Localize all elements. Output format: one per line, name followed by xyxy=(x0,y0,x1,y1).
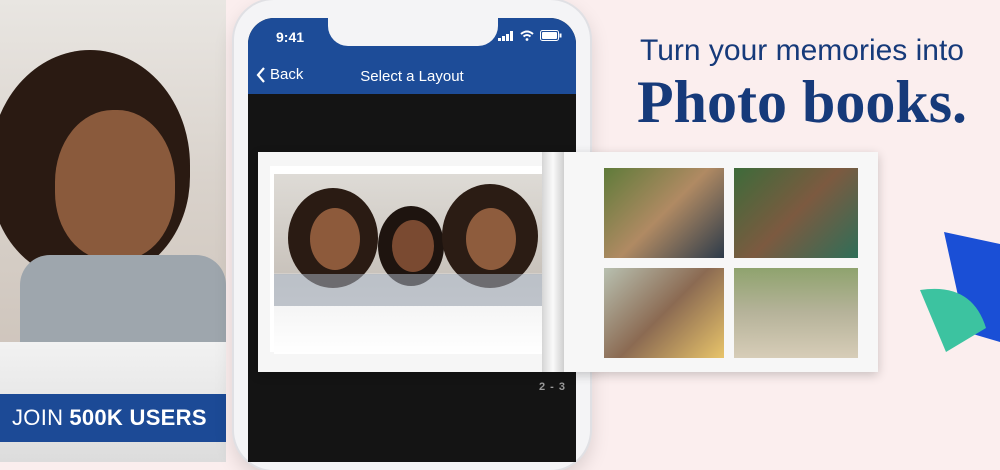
nav-title: Select a Layout xyxy=(360,68,464,85)
brand-logo-shape xyxy=(920,232,1000,352)
page-indicator: 2 - 3 xyxy=(538,381,566,393)
join-users-badge: JOIN 500K USERS xyxy=(0,394,226,442)
model-photo xyxy=(0,0,226,462)
wifi-icon xyxy=(520,30,534,41)
status-bar: 9:41 xyxy=(248,18,576,58)
battery-icon xyxy=(540,30,562,41)
photo-book-spread[interactable] xyxy=(258,152,878,372)
grid-photo-mother-daughter[interactable] xyxy=(734,168,858,258)
headline-title: Photo books. xyxy=(636,69,968,135)
grid-photo-bike-ride[interactable] xyxy=(734,268,858,358)
signal-icon xyxy=(498,30,513,41)
headline-subtitle: Turn your memories into xyxy=(640,34,964,67)
main-photo[interactable] xyxy=(274,174,542,354)
badge-emphasis: 500K USERS xyxy=(69,405,207,430)
status-time: 9:41 xyxy=(276,29,305,45)
grid-photo-grandmothers[interactable] xyxy=(604,268,724,358)
status-icons xyxy=(498,30,562,41)
model-face xyxy=(55,110,175,260)
grid-photo-family[interactable] xyxy=(604,168,724,258)
nav-bar: Back Select a Layout xyxy=(248,58,576,94)
phone-notch xyxy=(328,18,498,46)
book-spine xyxy=(542,152,564,372)
badge-prefix: JOIN xyxy=(12,405,64,430)
